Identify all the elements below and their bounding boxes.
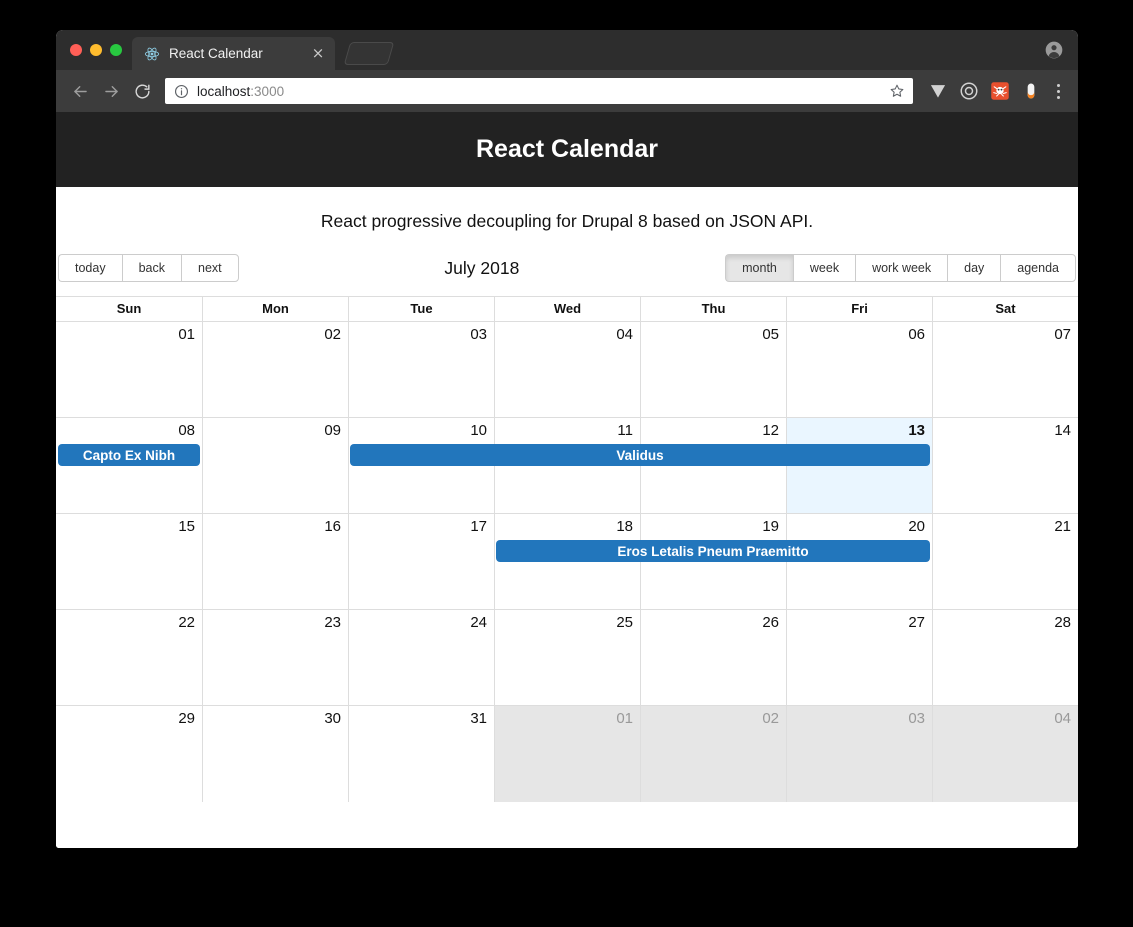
calendar-current-label: July 2018 bbox=[444, 257, 520, 278]
calendar-nav-group: today back next bbox=[58, 253, 239, 283]
close-window-button[interactable] bbox=[70, 44, 82, 56]
calendar-day-cell[interactable] bbox=[56, 514, 202, 609]
day-header-thu: Thu bbox=[640, 297, 786, 321]
maximize-window-button[interactable] bbox=[110, 44, 122, 56]
week-row-background bbox=[56, 610, 1078, 705]
star-icon[interactable] bbox=[889, 83, 905, 99]
browser-tab[interactable]: React Calendar × bbox=[132, 37, 335, 70]
view-day-button[interactable]: day bbox=[947, 253, 1001, 283]
day-header-wed: Wed bbox=[494, 297, 640, 321]
view-week-button[interactable]: week bbox=[792, 253, 856, 283]
week-row-background bbox=[56, 322, 1078, 417]
view-month-button[interactable]: month bbox=[725, 253, 793, 283]
calendar-day-cell[interactable] bbox=[202, 514, 348, 609]
orange-pill-icon[interactable] bbox=[1021, 81, 1041, 101]
calendar-week-row: 01 02 03 04 05 06 07 bbox=[56, 322, 1078, 418]
day-header-tue: Tue bbox=[348, 297, 494, 321]
browser-window: React Calendar × localhost:3000 React Ca… bbox=[56, 30, 1078, 848]
page-content: React Calendar React progressive decoupl… bbox=[56, 112, 1078, 848]
day-header-mon: Mon bbox=[202, 297, 348, 321]
forward-arrow-icon[interactable] bbox=[97, 77, 125, 105]
calendar-toolbar: today back next July 2018 month week wor… bbox=[56, 251, 1078, 285]
day-header-sat: Sat bbox=[932, 297, 1078, 321]
app-header: React Calendar bbox=[56, 112, 1078, 187]
url-port: :3000 bbox=[250, 83, 285, 99]
profile-avatar-icon[interactable] bbox=[1044, 40, 1064, 60]
tab-title: React Calendar bbox=[169, 46, 263, 61]
calendar-week-row: 22 23 24 25 26 27 28 bbox=[56, 610, 1078, 706]
window-traffic-lights bbox=[66, 30, 132, 70]
info-icon[interactable] bbox=[174, 84, 189, 99]
address-bar-text: localhost:3000 bbox=[197, 84, 881, 99]
calendar-day-cell[interactable] bbox=[202, 322, 348, 417]
kebab-menu-icon[interactable] bbox=[1050, 81, 1066, 101]
tab-strip-right bbox=[1044, 30, 1078, 70]
calendar-weeks: 01 02 03 04 05 06 07 08 09 10 11 12 13 14 Capto Ex Nib… bbox=[56, 322, 1078, 802]
calendar-day-cell[interactable] bbox=[494, 322, 640, 417]
calendar-day-cell[interactable] bbox=[786, 610, 932, 705]
calendar-view-switcher: month week work week day agenda bbox=[725, 253, 1076, 283]
calendar-day-cell[interactable] bbox=[56, 322, 202, 417]
calendar-day-cell[interactable] bbox=[348, 610, 494, 705]
reload-icon[interactable] bbox=[128, 77, 156, 105]
calendar-day-headers: Sun Mon Tue Wed Thu Fri Sat bbox=[56, 297, 1078, 322]
calendar-day-cell[interactable] bbox=[932, 610, 1078, 705]
calendar-footer bbox=[56, 802, 1078, 848]
calendar-day-cell[interactable] bbox=[494, 610, 640, 705]
today-button[interactable]: today bbox=[58, 253, 122, 283]
close-tab-icon[interactable]: × bbox=[311, 45, 325, 61]
calendar-day-cell[interactable] bbox=[640, 706, 786, 802]
minimize-window-button[interactable] bbox=[90, 44, 102, 56]
back-button[interactable]: back bbox=[121, 253, 181, 283]
day-header-sun: Sun bbox=[116, 301, 142, 316]
browser-toolbar: localhost:3000 bbox=[56, 70, 1078, 112]
calendar-event[interactable]: Eros Letalis Pneum Praemitto bbox=[496, 540, 930, 562]
calendar-day-cell[interactable] bbox=[932, 322, 1078, 417]
view-agenda-button[interactable]: agenda bbox=[1000, 253, 1076, 283]
calendar-day-cell[interactable] bbox=[202, 418, 348, 513]
next-button[interactable]: next bbox=[181, 253, 239, 283]
new-tab-button[interactable] bbox=[343, 42, 395, 65]
tab-strip: React Calendar × bbox=[56, 30, 1078, 70]
calendar-event[interactable]: Capto Ex Nibh bbox=[58, 444, 200, 466]
day-header-fri: Fri bbox=[786, 297, 932, 321]
calendar-day-cell[interactable] bbox=[348, 514, 494, 609]
calendar-day-cell[interactable] bbox=[932, 514, 1078, 609]
calendar-day-cell[interactable] bbox=[640, 322, 786, 417]
target-circle-icon[interactable] bbox=[959, 81, 979, 101]
app-subtitle: React progressive decoupling for Drupal … bbox=[320, 211, 814, 231]
calendar-day-cell[interactable] bbox=[56, 610, 202, 705]
calendar-day-cell[interactable] bbox=[202, 706, 348, 802]
extension-icons bbox=[924, 81, 1041, 101]
calendar-day-cell[interactable] bbox=[932, 418, 1078, 513]
view-work-week-button[interactable]: work week bbox=[855, 253, 948, 283]
calendar-day-cell[interactable] bbox=[202, 610, 348, 705]
calendar-week-row: 08 09 10 11 12 13 14 Capto Ex Nibh Validus bbox=[56, 418, 1078, 514]
address-bar[interactable]: localhost:3000 bbox=[165, 78, 913, 104]
calendar-event[interactable]: Validus bbox=[349, 444, 930, 466]
react-logo-icon bbox=[144, 46, 160, 62]
calendar-week-row: 15 16 17 18 19 20 21 Eros Letalis Pneum Praemit… bbox=[56, 514, 1078, 610]
calendar-day-cell[interactable] bbox=[348, 322, 494, 417]
calendar-day-cell[interactable] bbox=[932, 706, 1078, 802]
back-arrow-icon[interactable] bbox=[66, 77, 94, 105]
url-host: localhost bbox=[197, 83, 251, 99]
calendar-day-cell[interactable] bbox=[348, 706, 494, 802]
calendar-day-cell[interactable] bbox=[786, 322, 932, 417]
calendar-day-cell[interactable] bbox=[494, 706, 640, 802]
week-row-background bbox=[56, 706, 1078, 802]
calendar-day-cell[interactable] bbox=[640, 610, 786, 705]
red-crab-icon[interactable] bbox=[990, 81, 1010, 101]
calendar-grid: Sun Mon Tue Wed Thu Fri Sat 01 02 03 04 05 06… bbox=[56, 296, 1078, 802]
calendar-week-row: 29 30 31 01 02 03 04 bbox=[56, 706, 1078, 802]
v-shape-icon[interactable] bbox=[928, 81, 948, 101]
page-title: React Calendar bbox=[475, 135, 659, 163]
calendar-day-cell[interactable] bbox=[786, 706, 932, 802]
calendar-day-cell[interactable] bbox=[56, 706, 202, 802]
